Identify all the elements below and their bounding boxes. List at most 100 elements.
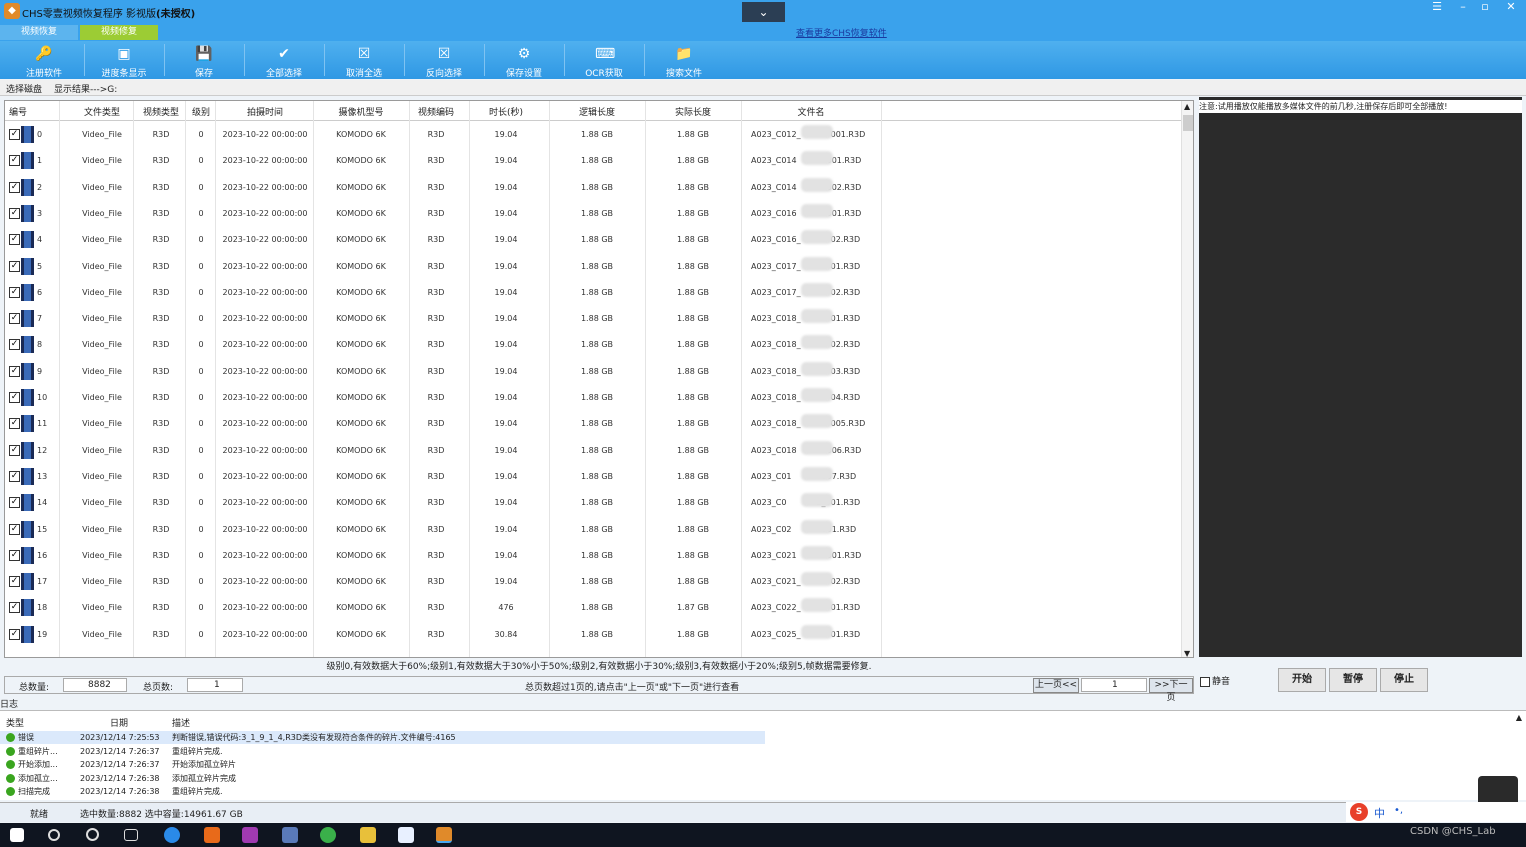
tab-video-recovery[interactable]: 视频恢复: [0, 25, 78, 40]
log-entry[interactable]: 错误 2023/12/14 7:25:53 判断错误,错误代码:3_1_9_1_4,…: [0, 731, 765, 744]
more-software-link[interactable]: 查看更多CHS恢复软件: [796, 26, 887, 39]
table-row[interactable]: ✓ 18 Video_File R3D 0 2023-10-22 00:00:00 KOMO…: [5, 595, 1181, 621]
row-checkbox[interactable]: ✓: [9, 129, 20, 140]
chs-app-taskbar-icon[interactable]: [436, 827, 452, 843]
start-button[interactable]: 开始: [1278, 668, 1326, 692]
app-icon[interactable]: [398, 827, 414, 843]
windows-start-icon[interactable]: [10, 828, 24, 842]
scroll-down-icon[interactable]: ▼: [1184, 649, 1190, 657]
file-table[interactable]: 编号 文件类型 视频类型 级别 拍摄时间 摄像机型号 视频编码 时长(秒) 逻辑长度 实际长度 文件…: [4, 100, 1194, 658]
row-checkbox[interactable]: ✓: [9, 260, 20, 272]
column-header[interactable]: 文件名: [741, 105, 881, 118]
toolbar-button-3[interactable]: ✔ 全部选择: [244, 42, 324, 79]
row-checkbox[interactable]: ✓: [9, 339, 20, 351]
toolbar-button-6[interactable]: ⚙ 保存设置: [484, 42, 564, 79]
prev-page-button[interactable]: 上一页<<: [1033, 678, 1079, 693]
column-header[interactable]: 摄像机型号: [313, 105, 409, 118]
column-header[interactable]: 拍摄时间: [217, 105, 313, 118]
chevron-down-icon[interactable]: ⌄: [742, 2, 785, 22]
browser-icon[interactable]: [164, 827, 180, 843]
column-header[interactable]: 文件类型: [67, 105, 137, 118]
table-row[interactable]: ✓ 0 Video_File R3D 0 2023-10-22 00:00:00 KOMOD…: [5, 122, 1181, 148]
row-checkbox[interactable]: ✓: [9, 418, 20, 430]
row-checkbox[interactable]: ✓: [9, 313, 20, 325]
ime-toolbar[interactable]: S 中 •,: [1346, 802, 1526, 822]
row-checkbox[interactable]: ✓: [9, 602, 20, 614]
pause-button[interactable]: 暂停: [1329, 668, 1377, 692]
row-checkbox[interactable]: ✓: [9, 497, 20, 509]
table-row[interactable]: ✓ 9 Video_File R3D 0 2023-10-22 00:00:00 KOMOD…: [5, 359, 1181, 385]
toolbar-button-5[interactable]: ☒ 反向选择: [404, 42, 484, 79]
task-view-icon[interactable]: [124, 829, 138, 841]
scroll-up-icon[interactable]: ▲: [1184, 102, 1190, 111]
table-row[interactable]: ✓ 3 Video_File R3D 0 2023-10-22 00:00:00 KOMOD…: [5, 201, 1181, 227]
restore-icon[interactable]: ▫: [1474, 0, 1496, 14]
scrollbar-thumb[interactable]: [1183, 115, 1193, 131]
toolbar-button-1[interactable]: ▣ 进度条显示: [84, 42, 164, 79]
column-header[interactable]: 实际长度: [645, 105, 741, 118]
log-entry[interactable]: 重组碎片... 2023/12/14 7:26:37 重组碎片完成.: [0, 745, 765, 758]
row-checkbox[interactable]: ✓: [9, 181, 20, 193]
column-header[interactable]: 编号: [9, 105, 45, 118]
row-checkbox[interactable]: ✓: [9, 444, 20, 456]
table-row[interactable]: ✓ 1 Video_File R3D 0 2023-10-22 00:00:00 KOMOD…: [5, 148, 1181, 174]
sogou-icon[interactable]: S: [1350, 803, 1368, 821]
column-header[interactable]: 视频编码: [409, 105, 463, 118]
tab-video-repair[interactable]: 视频修复: [80, 25, 158, 40]
row-checkbox[interactable]: ✓: [9, 470, 20, 482]
log-entry[interactable]: 开始添加... 2023/12/14 7:26:37 开始添加孤立碎片: [0, 758, 765, 771]
row-checkbox[interactable]: ✓: [9, 365, 20, 377]
row-checkbox[interactable]: ✓: [9, 392, 20, 403]
row-checkbox[interactable]: ✓: [9, 234, 20, 246]
wechat-icon[interactable]: [320, 827, 336, 843]
table-row[interactable]: ✓ 12 Video_File R3D 0 2023-10-22 00:00:00 KOMO…: [5, 438, 1181, 464]
row-checkbox[interactable]: ✓: [9, 155, 20, 167]
page-number-input[interactable]: 1: [1081, 678, 1147, 692]
table-row[interactable]: ✓ 8 Video_File R3D 0 2023-10-22 00:00:00 KOMOD…: [5, 332, 1181, 358]
row-checkbox[interactable]: ✓: [9, 549, 20, 561]
cortana-icon[interactable]: [86, 828, 99, 841]
row-checkbox[interactable]: ✓: [9, 576, 20, 588]
table-row[interactable]: ✓ 2 Video_File R3D 0 2023-10-22 00:00:00 KOMOD…: [5, 175, 1181, 201]
table-row[interactable]: ✓ 13 Video_File R3D 0 2023-10-22 00:00:00 KOMO…: [5, 464, 1181, 490]
file-explorer-icon[interactable]: [360, 827, 376, 843]
table-row[interactable]: ✓ 6 Video_File R3D 0 2023-10-22 00:00:00 KOMOD…: [5, 280, 1181, 306]
row-checkbox[interactable]: ✓: [9, 523, 20, 535]
log-list[interactable]: 类型 日期 描述 错误 2023/12/14 7:25:53 判断错误,错误代码:3…: [0, 710, 1526, 800]
column-header[interactable]: 视频类型: [137, 105, 185, 118]
minimize-icon[interactable]: –: [1452, 0, 1474, 14]
table-row[interactable]: ✓ 19 Video_File R3D 0 2023-10-22 00:00:00 KOMO…: [5, 622, 1181, 648]
ime-punct[interactable]: •,: [1394, 805, 1403, 816]
ime-lang[interactable]: 中: [1374, 805, 1385, 821]
row-checkbox[interactable]: ✓: [9, 628, 20, 640]
tool-icon[interactable]: [282, 827, 298, 843]
table-row[interactable]: ✓ 14 Video_File R3D 0 2023-10-22 00:00:00 KOMO…: [5, 490, 1181, 516]
toolbar-button-0[interactable]: 🔑 注册软件: [4, 42, 84, 79]
log-scroll-up-icon[interactable]: ▲: [1516, 713, 1522, 722]
toolbar-button-4[interactable]: ☒ 取消全选: [324, 42, 404, 79]
column-header[interactable]: 时长(秒): [463, 105, 549, 118]
office-icon[interactable]: [204, 827, 220, 843]
select-disk-label[interactable]: 选择磁盘: [6, 82, 42, 95]
stop-button[interactable]: 停止: [1380, 668, 1428, 692]
table-row[interactable]: ✓ 10 Video_File R3D 0 2023-10-22 00:00:00 KOMO…: [5, 385, 1181, 411]
column-header[interactable]: 级别: [185, 105, 217, 118]
table-row[interactable]: ✓ 5 Video_File R3D 0 2023-10-22 00:00:00 KOMOD…: [5, 254, 1181, 280]
next-page-button[interactable]: >>下一页: [1149, 678, 1193, 703]
hex-editor-icon[interactable]: [242, 827, 258, 843]
menu-icon[interactable]: ☰: [1426, 0, 1448, 14]
toolbar-button-7[interactable]: ⌨ OCR获取: [564, 42, 644, 79]
column-header[interactable]: 逻辑长度: [549, 105, 645, 118]
video-preview[interactable]: [1199, 97, 1522, 657]
table-row[interactable]: ✓ 17 Video_File R3D 0 2023-10-22 00:00:00 KOMO…: [5, 569, 1181, 595]
table-row[interactable]: ✓ 16 Video_File R3D 0 2023-10-22 00:00:00 KOMO…: [5, 543, 1181, 569]
table-row[interactable]: ✓ 11 Video_File R3D 0 2023-10-22 00:00:00 KOMO…: [5, 411, 1181, 437]
table-row[interactable]: ✓ 7 Video_File R3D 0 2023-10-22 00:00:00 KOMOD…: [5, 306, 1181, 332]
toolbar-button-8[interactable]: 📁 搜索文件: [644, 42, 724, 79]
log-entry[interactable]: 添加孤立... 2023/12/14 7:26:38 添加孤立碎片完成: [0, 772, 765, 785]
log-entry[interactable]: 扫描完成 2023/12/14 7:26:38 重组碎片完成.: [0, 785, 765, 798]
table-row[interactable]: ✓ 15 Video_File R3D 0 2023-10-22 00:00:00 KOMO…: [5, 517, 1181, 543]
search-icon[interactable]: [48, 829, 60, 841]
table-row[interactable]: ✓ 4 Video_File R3D 0 2023-10-22 00:00:00 KOMOD…: [5, 227, 1181, 253]
table-scrollbar[interactable]: ▲ ▼: [1181, 101, 1193, 657]
